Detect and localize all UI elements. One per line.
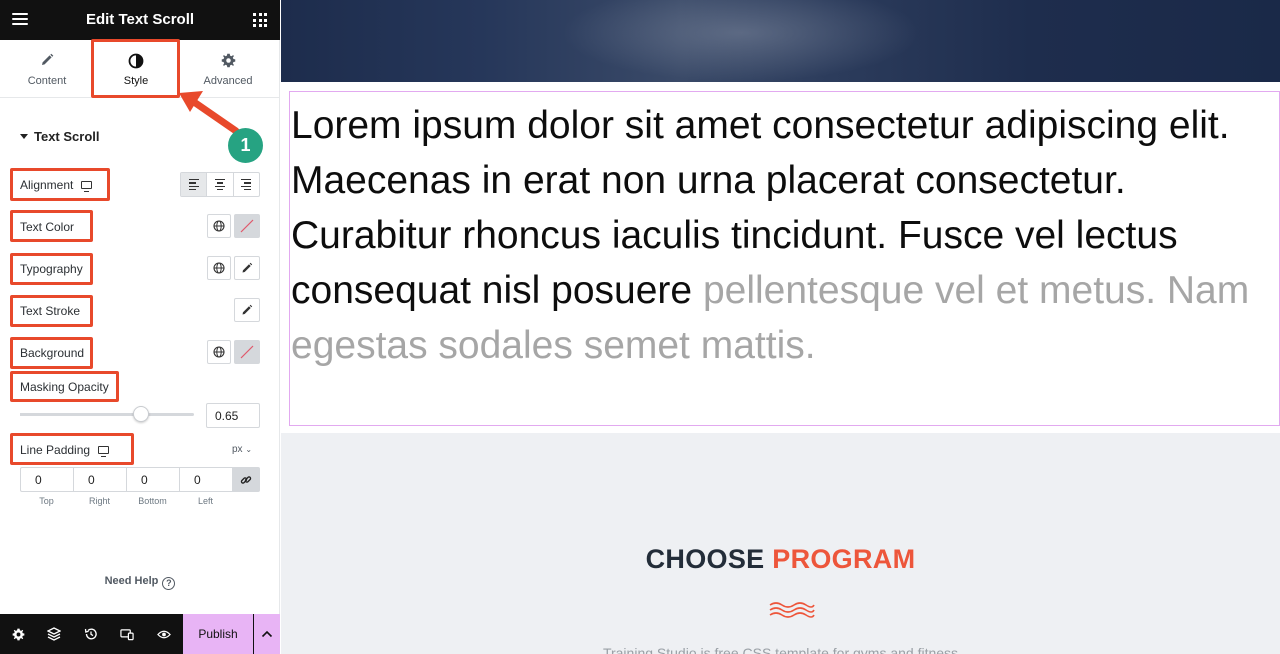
style-tab-highlight bbox=[91, 39, 180, 98]
color-picker-swatch[interactable] bbox=[234, 214, 260, 238]
hero-image bbox=[281, 0, 1280, 82]
align-center-button[interactable] bbox=[207, 173, 234, 196]
masking-opacity-input[interactable]: 0.65 bbox=[206, 403, 260, 428]
publish-button[interactable]: Publish bbox=[183, 614, 253, 654]
edit-text-stroke-icon[interactable] bbox=[234, 298, 260, 322]
pencil-icon bbox=[1, 53, 93, 69]
dimension-labels: Top Right Bottom Left bbox=[20, 496, 232, 506]
text-scroll-paragraph: Lorem ipsum dolor sit amet consectetur a… bbox=[291, 98, 1280, 373]
alignment-control bbox=[180, 172, 260, 197]
heading-part-2: PROGRAM bbox=[772, 544, 916, 574]
align-left-button[interactable] bbox=[181, 173, 208, 196]
chevron-down-icon: ⌄ bbox=[245, 445, 253, 454]
preview-eye-icon[interactable] bbox=[157, 627, 171, 641]
slider-handle[interactable] bbox=[133, 406, 149, 422]
history-icon[interactable] bbox=[84, 627, 98, 641]
padding-top-input[interactable]: 0 bbox=[20, 467, 73, 492]
choose-program-heading: CHOOSE PROGRAM bbox=[281, 544, 1280, 575]
caret-down-icon bbox=[20, 134, 28, 139]
heading-part-1: CHOOSE bbox=[645, 544, 765, 574]
section-title: Text Scroll bbox=[34, 129, 100, 144]
section-toggle-text-scroll[interactable]: Text Scroll bbox=[20, 129, 100, 144]
alignment-highlight bbox=[10, 168, 110, 201]
slider-fill bbox=[20, 413, 142, 416]
unit-select[interactable]: px ⌄ bbox=[232, 444, 252, 455]
tab-content[interactable]: Content bbox=[1, 40, 93, 98]
masking-opacity-highlight bbox=[10, 371, 119, 402]
line-padding-dimensions: 0 0 0 0 bbox=[20, 467, 260, 492]
unit-value: px bbox=[232, 444, 243, 455]
padding-right-input[interactable]: 0 bbox=[73, 467, 126, 492]
global-colors-icon[interactable] bbox=[207, 214, 231, 238]
panel-header: Edit Text Scroll bbox=[0, 0, 280, 40]
widgets-grid-icon[interactable] bbox=[253, 13, 267, 27]
link-values-icon[interactable] bbox=[232, 467, 260, 492]
settings-icon[interactable] bbox=[11, 627, 25, 641]
dim-label-bottom: Bottom bbox=[138, 496, 167, 506]
panel-footer: Publish bbox=[0, 614, 280, 654]
line-padding-highlight bbox=[10, 433, 134, 465]
align-right-button[interactable] bbox=[234, 173, 259, 196]
step-number-badge: 1 bbox=[228, 128, 263, 163]
choose-program-section: CHOOSE PROGRAM Training Studio is free C… bbox=[281, 433, 1280, 654]
choose-program-subtitle: Training Studio is free CSS template for… bbox=[602, 645, 959, 654]
wave-divider-icon bbox=[769, 602, 815, 618]
tab-content-label: Content bbox=[27, 75, 67, 87]
global-typography-icon[interactable] bbox=[207, 256, 231, 280]
panel-title: Edit Text Scroll bbox=[85, 11, 195, 28]
gear-icon bbox=[182, 53, 274, 69]
editor-canvas: Lorem ipsum dolor sit amet consectetur a… bbox=[281, 0, 1280, 654]
padding-bottom-input[interactable]: 0 bbox=[126, 467, 179, 492]
background-color-swatch[interactable] bbox=[234, 340, 260, 364]
text-scroll-widget[interactable]: Lorem ipsum dolor sit amet consectetur a… bbox=[289, 91, 1280, 426]
need-help-text: Need Help bbox=[104, 575, 159, 587]
need-help-link[interactable]: Need Help? bbox=[0, 575, 280, 590]
chevron-up-icon bbox=[261, 630, 273, 638]
global-background-icon[interactable] bbox=[207, 340, 231, 364]
help-icon: ? bbox=[162, 577, 176, 590]
background-highlight bbox=[10, 337, 93, 369]
dim-label-top: Top bbox=[39, 496, 54, 506]
dim-label-left: Left bbox=[197, 496, 213, 506]
text-color-highlight bbox=[10, 210, 93, 242]
publish-options-button[interactable] bbox=[254, 614, 280, 654]
app-window: Edit Text Scroll Content Style Advanced … bbox=[0, 0, 1280, 654]
padding-left-input[interactable]: 0 bbox=[179, 467, 232, 492]
responsive-mode-icon[interactable] bbox=[120, 627, 134, 641]
layers-icon[interactable] bbox=[47, 627, 61, 641]
edit-typography-icon[interactable] bbox=[234, 256, 260, 280]
typography-highlight bbox=[10, 253, 93, 285]
dim-label-right: Right bbox=[88, 496, 110, 506]
text-stroke-highlight bbox=[10, 295, 93, 327]
masking-opacity-slider[interactable] bbox=[20, 406, 194, 422]
